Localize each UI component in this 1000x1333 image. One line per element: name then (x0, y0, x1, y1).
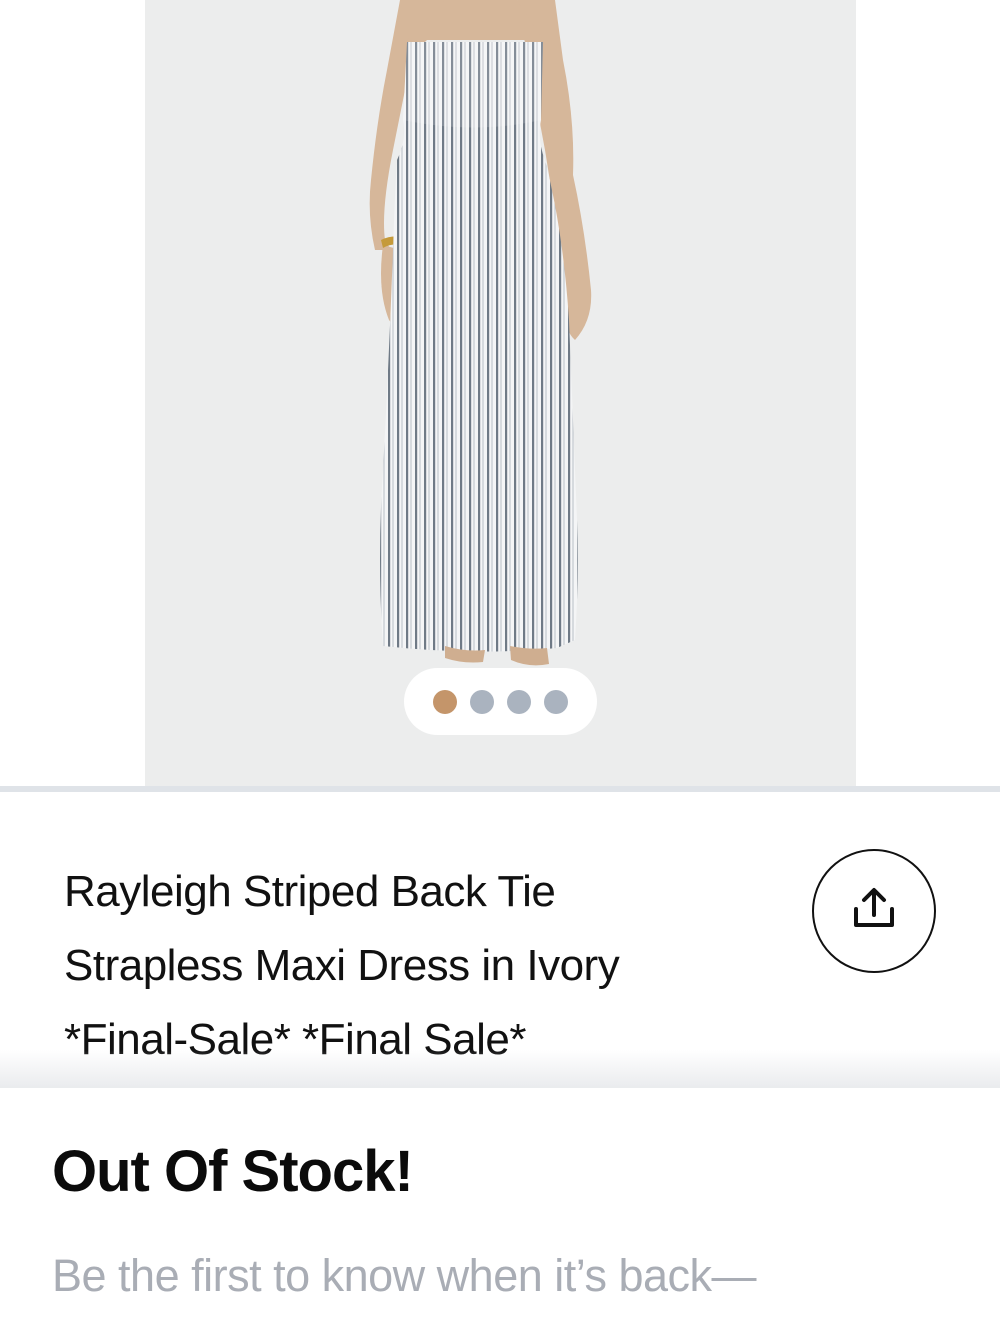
carousel-dot-4[interactable] (544, 689, 568, 714)
product-title-line-2: Strapless Maxi Dress in Ivory (64, 941, 620, 990)
restock-notice-text: Be the first to know when it’s back— (52, 1250, 757, 1301)
out-of-stock-panel: Out Of Stock! Be the first to know when … (0, 1088, 1000, 1333)
share-icon (850, 887, 898, 936)
carousel-dot-3[interactable] (507, 689, 531, 714)
product-page: Rayleigh Striped Back Tie Strapless Maxi… (0, 0, 1000, 1333)
carousel-indicator (404, 668, 597, 735)
product-title-line-1: Rayleigh Striped Back Tie (64, 867, 556, 916)
share-button[interactable] (812, 849, 936, 973)
section-divider (0, 786, 1000, 792)
product-title: Rayleigh Striped Back Tie Strapless Maxi… (64, 855, 764, 1077)
product-gallery[interactable] (0, 0, 1000, 786)
carousel-dot-2[interactable] (470, 689, 494, 714)
sheet-shadow (0, 1050, 1000, 1090)
out-of-stock-heading: Out Of Stock! (52, 1139, 414, 1204)
carousel-dot-1[interactable] (433, 689, 457, 714)
